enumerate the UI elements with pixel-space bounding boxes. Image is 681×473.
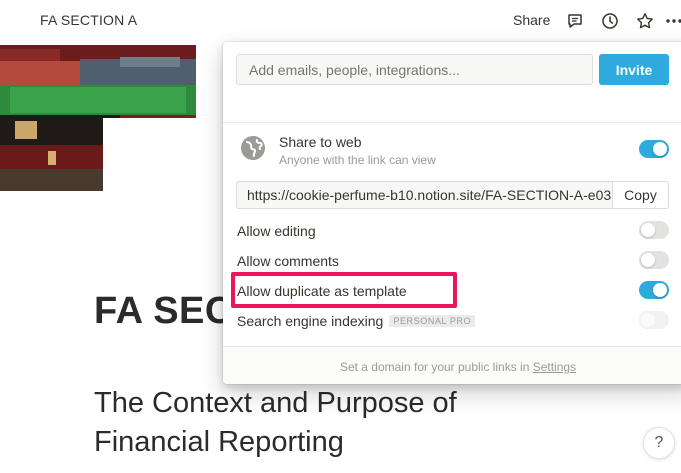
settings-link[interactable]: Settings bbox=[533, 360, 576, 374]
page-icon-area bbox=[103, 118, 233, 198]
more-options-icon[interactable] bbox=[663, 10, 681, 32]
share-popover: Invite Share to web Anyone with the link… bbox=[223, 42, 681, 384]
page-heading[interactable]: The Context and Purpose of Financial Rep… bbox=[94, 384, 534, 462]
top-bar: FA SECTION A Share bbox=[0, 0, 681, 42]
footer-text: Set a domain for your public links in bbox=[339, 360, 533, 374]
search-indexing-label: Search engine indexing PERSONAL PRO bbox=[237, 313, 476, 329]
allow-duplicate-toggle[interactable] bbox=[639, 281, 669, 299]
copy-link-button[interactable]: Copy bbox=[612, 182, 668, 208]
allow-editing-toggle[interactable] bbox=[639, 221, 669, 239]
popover-footer: Set a domain for your public links in Se… bbox=[223, 346, 681, 384]
clock-icon[interactable] bbox=[599, 10, 621, 32]
allow-editing-label: Allow editing bbox=[237, 223, 316, 239]
public-url-text[interactable]: https://cookie-perfume-b10.notion.site/F… bbox=[237, 182, 612, 208]
search-indexing-toggle bbox=[639, 311, 669, 329]
star-icon[interactable] bbox=[634, 10, 656, 32]
invite-button[interactable]: Invite bbox=[599, 54, 669, 85]
plan-badge: PERSONAL PRO bbox=[389, 315, 476, 327]
allow-comments-label: Allow comments bbox=[237, 253, 339, 269]
share-button[interactable]: Share bbox=[513, 12, 550, 28]
share-to-web-toggle[interactable] bbox=[639, 140, 669, 158]
share-to-web-subtitle: Anyone with the link can view bbox=[279, 153, 436, 167]
globe-icon bbox=[239, 134, 267, 162]
breadcrumb[interactable]: FA SECTION A bbox=[40, 12, 137, 28]
allow-comments-toggle[interactable] bbox=[639, 251, 669, 269]
invite-input[interactable] bbox=[236, 54, 593, 85]
search-indexing-text: Search engine indexing bbox=[237, 313, 384, 329]
public-url-field[interactable]: https://cookie-perfume-b10.notion.site/F… bbox=[236, 181, 669, 209]
share-to-web-label: Share to web bbox=[279, 134, 362, 150]
help-button[interactable]: ? bbox=[643, 427, 675, 459]
comment-icon[interactable] bbox=[564, 10, 586, 32]
divider bbox=[223, 122, 681, 123]
allow-duplicate-label: Allow duplicate as template bbox=[237, 283, 407, 299]
